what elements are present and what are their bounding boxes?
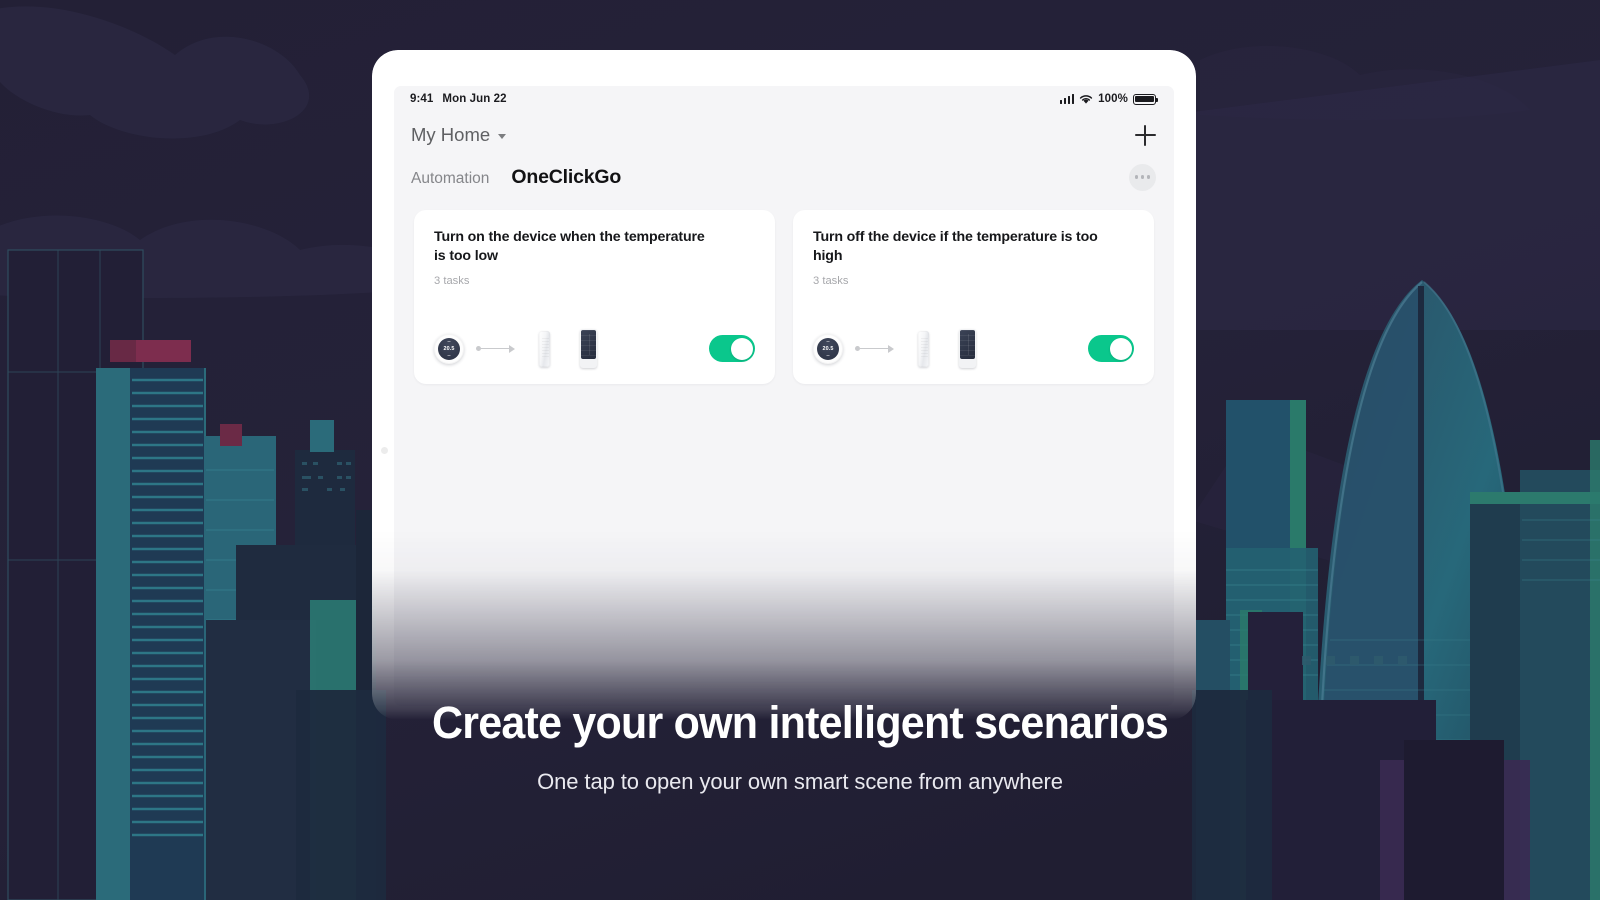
plus-icon[interactable] — [1135, 124, 1156, 146]
caption-block: Create your own intelligent scenarios On… — [0, 700, 1600, 795]
more-horizontal-icon[interactable] — [1129, 163, 1156, 191]
front-camera-icon — [381, 447, 388, 454]
tab-oneclickgo[interactable]: OneClickGo — [511, 166, 621, 189]
thermostat-dial-icon: 20.5 — [434, 333, 464, 364]
tab-bar: Automation OneClickGo — [394, 154, 1174, 194]
arrow-right-icon — [476, 344, 515, 353]
status-date: Mon Jun 22 — [442, 93, 507, 105]
scene-card[interactable]: Turn off the device if the temperature i… — [793, 210, 1154, 384]
status-time: 9:41 — [410, 93, 434, 105]
battery-full-icon — [1133, 93, 1159, 105]
device-chain: 20.5 — [434, 329, 597, 368]
thermostat-value: 20.5 — [822, 345, 834, 352]
screenshot-root: 9:41 Mon Jun 22 100% My Home Automation … — [0, 0, 1600, 900]
chevron-down-icon — [498, 134, 507, 139]
tab-automation[interactable]: Automation — [411, 170, 489, 188]
device-chain: 20.5 — [813, 329, 976, 368]
home-name-label: My Home — [411, 124, 491, 145]
dark-keypad-panel-icon — [580, 329, 597, 368]
thermostat-dial-icon: 20.5 — [813, 333, 843, 364]
scene-title: Turn on the device when the temperature … — [434, 229, 705, 265]
scene-title: Turn off the device if the temperature i… — [813, 229, 1098, 265]
dark-keypad-panel-icon — [959, 329, 976, 368]
tablet-device: 9:41 Mon Jun 22 100% My Home Automation … — [372, 50, 1196, 720]
wifi-icon — [1080, 94, 1093, 104]
home-selector[interactable]: My Home — [411, 124, 507, 146]
white-sensor-icon — [918, 330, 929, 367]
arrow-right-icon — [855, 344, 894, 353]
scene-task-count: 3 tasks — [434, 274, 470, 287]
battery-percent-label: 100% — [1098, 93, 1128, 105]
subheadline-text: One tap to open your own smart scene fro… — [537, 769, 1063, 794]
scene-toggle[interactable] — [1088, 335, 1134, 362]
headline-text: Create your own intelligent scenarios — [432, 697, 1169, 748]
scene-card[interactable]: Turn on the device when the temperature … — [414, 210, 775, 384]
scene-toggle[interactable] — [709, 335, 755, 362]
tablet-screen: 9:41 Mon Jun 22 100% My Home Automation … — [394, 86, 1174, 706]
scene-card-list: Turn on the device when the temperature … — [394, 194, 1174, 384]
app-header: My Home — [394, 112, 1174, 154]
white-sensor-icon — [539, 330, 550, 367]
scene-task-count: 3 tasks — [813, 274, 849, 287]
status-bar: 9:41 Mon Jun 22 100% — [394, 86, 1174, 112]
cellular-bars-icon — [1059, 94, 1075, 104]
thermostat-value: 20.5 — [443, 345, 455, 352]
